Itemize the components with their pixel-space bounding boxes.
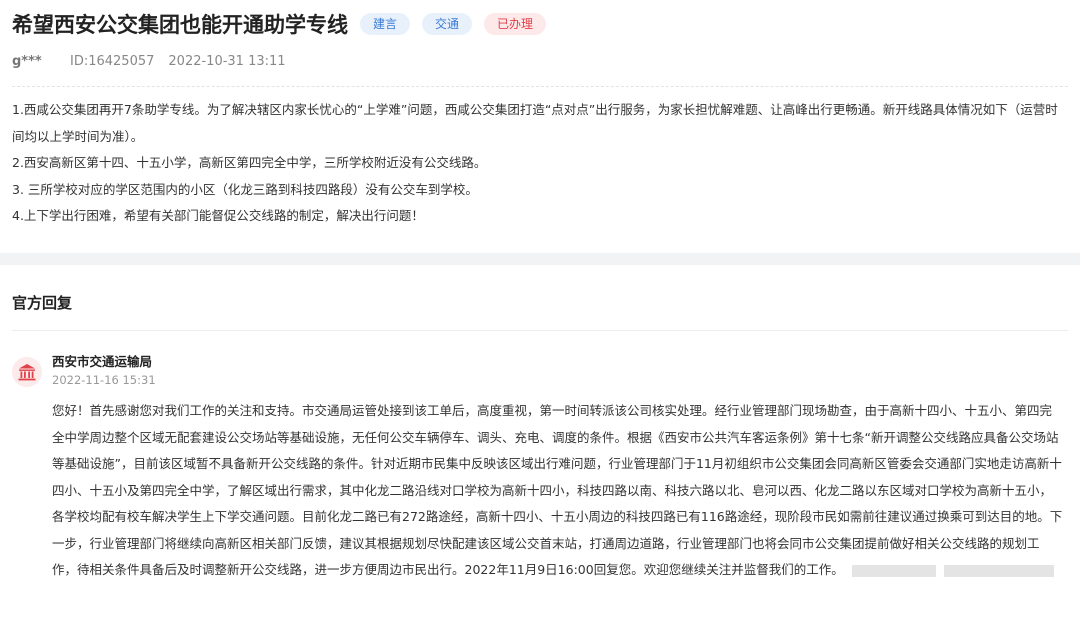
reply-text: 您好！首先感谢您对我们工作的关注和支持。市交通局运管处接到该工单后，高度重视，第… — [52, 398, 1064, 584]
reply-heading: 官方回复 — [12, 294, 73, 312]
page-title: 希望西安公交集团也能开通助学专线 — [12, 13, 348, 37]
divider — [12, 86, 1068, 87]
post-paragraph: 3. 三所学校对应的学区范围内的小区（化龙三路到科技四路段）没有公交车到学校。 — [12, 181, 478, 197]
status-badge: 已办理 — [484, 13, 547, 35]
post-id: ID:16425057 — [70, 53, 155, 69]
reply-body: 您好！首先感谢您对我们工作的关注和支持。市交通局运管处接到该工单后，高度重视，第… — [52, 403, 1063, 577]
government-building-icon — [12, 357, 42, 387]
redacted-block — [851, 564, 936, 577]
reply-datetime: 2022-11-16 15:31 — [52, 373, 156, 387]
category-tag[interactable]: 建言 — [360, 13, 411, 35]
post-meta: g*** ID:16425057 2022-10-31 13:11 — [12, 52, 1068, 70]
topic-tag[interactable]: 交通 — [422, 13, 473, 35]
post-content: 1.西咸公交集团再开7条助学专线。为了解决辖区内家长忧心的“上学难”问题，西咸公… — [12, 97, 1064, 230]
author-name: g*** — [12, 53, 42, 69]
divider — [12, 330, 1068, 331]
reply-card: 官方回复 西安市交通运输局 2022-11-16 15:31 您好！首先感谢您对… — [0, 265, 1080, 627]
post-paragraph: 4.上下学出行困难，希望有关部门能督促公交线路的制定，解决出行问题！ — [12, 208, 424, 223]
post-paragraph: 2.西安高新区第十四、十五小学，高新区第四完全中学，三所学校附近没有公交线路。 — [12, 155, 487, 170]
tag-list: 建言 交通 已办理 — [360, 13, 558, 35]
post-card: 希望西安公交集团也能开通助学专线 建言 交通 已办理 g*** ID:16425… — [0, 0, 1080, 253]
redacted-block — [943, 564, 1054, 577]
post-paragraph: 1.西咸公交集团再开7条助学专线。为了解决辖区内家长忧心的“上学难”问题，西咸公… — [12, 102, 1058, 144]
reply-org-name: 西安市交通运输局 — [52, 354, 153, 369]
government-building-icon-svg — [18, 363, 36, 380]
post-datetime: 2022-10-31 13:11 — [168, 53, 286, 69]
title-row: 希望西安公交集团也能开通助学专线 建言 交通 已办理 — [12, 10, 1068, 38]
